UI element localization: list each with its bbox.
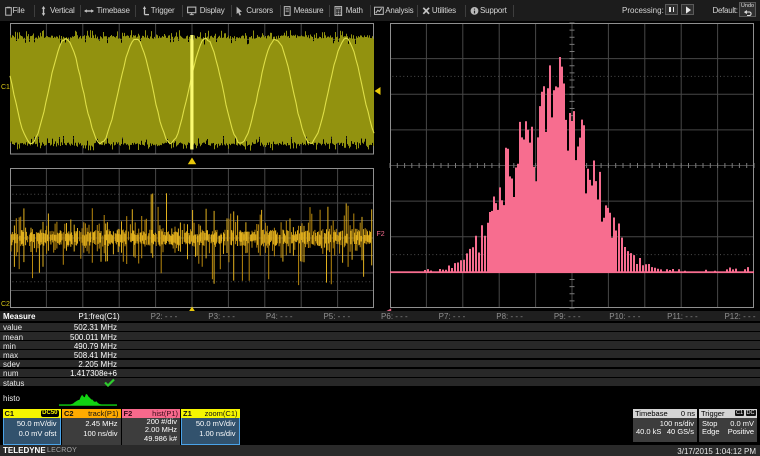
svg-text:C1: C1: [1, 84, 10, 91]
svg-text:F2: F2: [377, 231, 385, 238]
svg-text:C2: C2: [1, 301, 10, 308]
